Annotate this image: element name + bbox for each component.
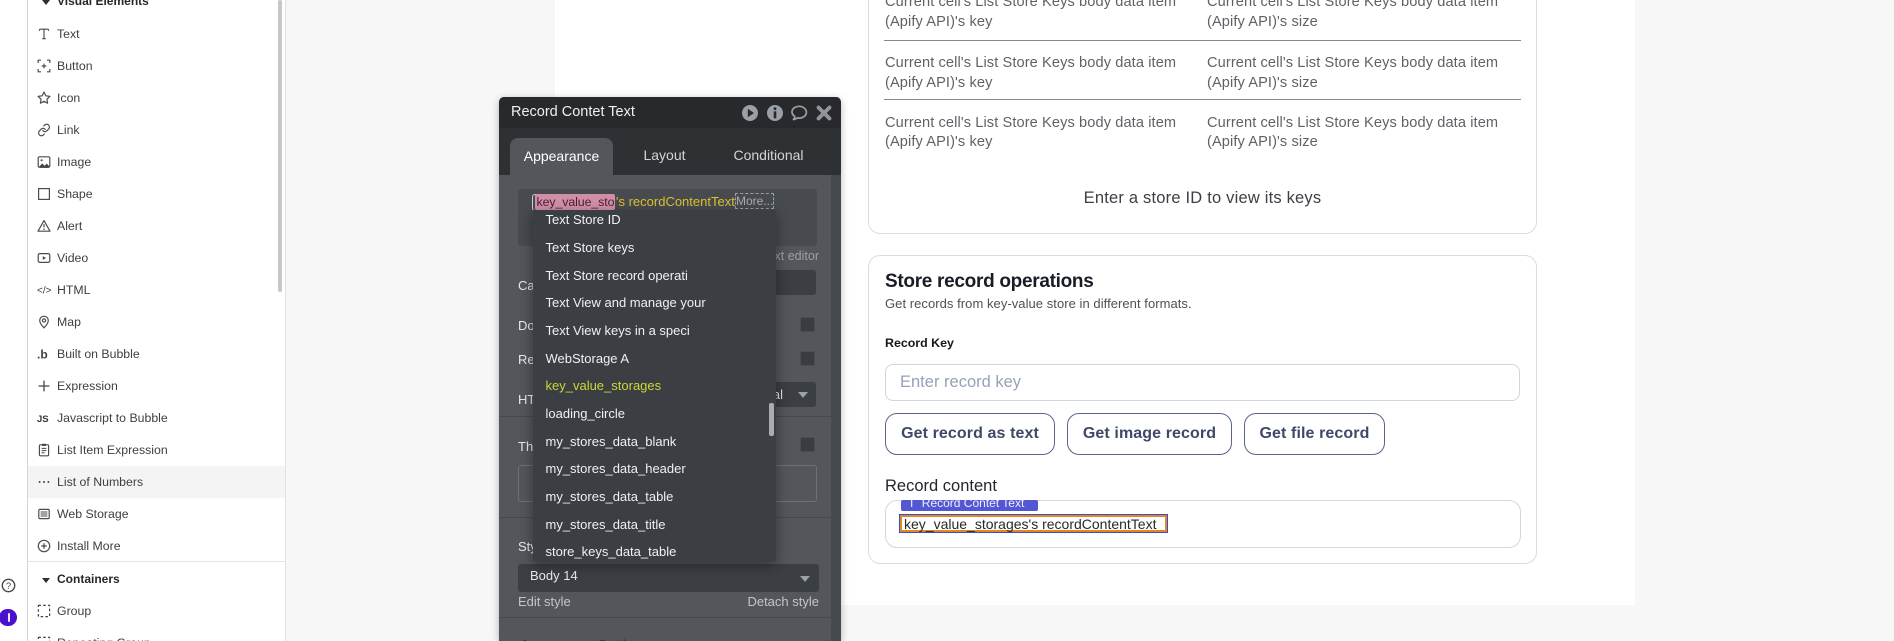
svg-text:JS: JS — [37, 414, 49, 425]
svg-text:?: ? — [6, 581, 11, 592]
svg-text:</>: </> — [37, 286, 52, 297]
svg-text:.b: .b — [37, 348, 48, 362]
